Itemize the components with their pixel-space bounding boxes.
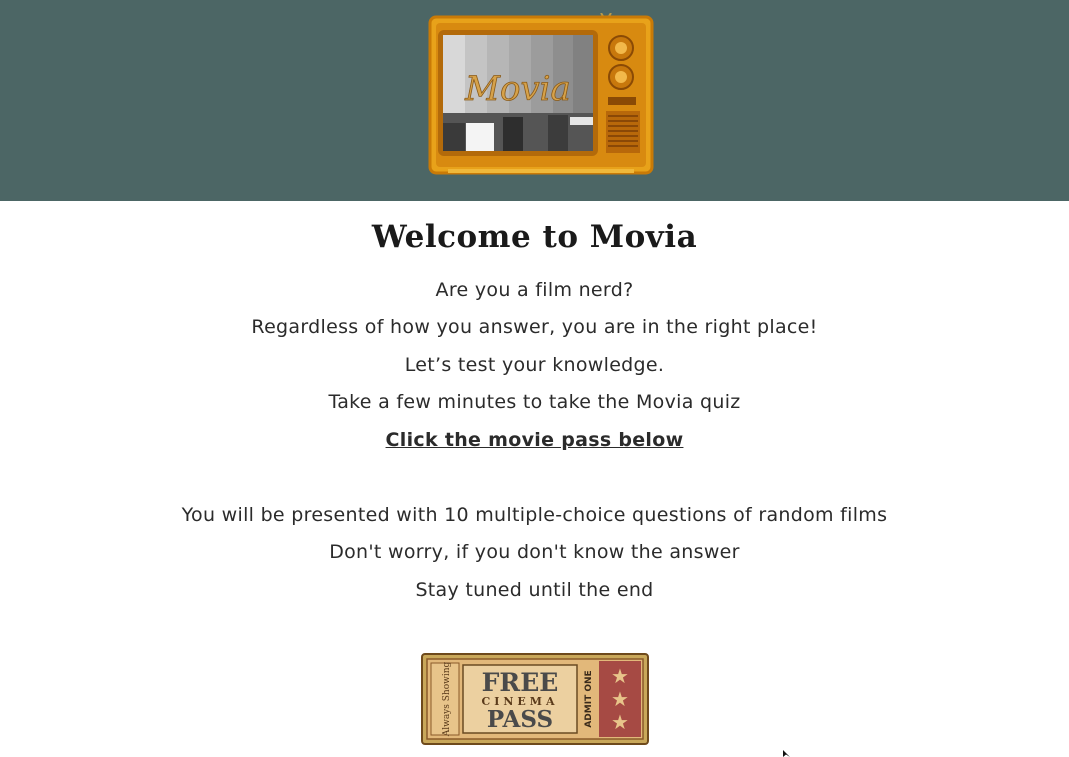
info-line-1: You will be presented with 10 multiple-c… (181, 504, 888, 526)
header-banner: Movia (0, 0, 1069, 201)
star-icon: ★ (611, 664, 629, 688)
star-icon: ★ (611, 710, 629, 734)
tv-logo-text: Movia (464, 69, 571, 109)
cinema-ticket-icon[interactable]: Always Showing FREE CINEMA PASS ADMIT ON… (421, 653, 649, 745)
mouse-cursor-icon (783, 750, 790, 757)
intro-line-2: Regardless of how you answer, you are in… (251, 316, 818, 338)
intro-line-3: Let’s test your knowledge. (404, 354, 665, 376)
intro-line-1: Are you a film nerd? (435, 279, 634, 301)
info-line-2: Don't worry, if you don't know the answe… (329, 541, 740, 563)
cta-line: Click the movie pass below (0, 429, 1069, 451)
intro-line-4: Take a few minutes to take the Movia qui… (328, 391, 741, 413)
ticket-free: FREE (482, 668, 559, 697)
info-line-3: Stay tuned until the end (415, 579, 654, 601)
movie-pass-link[interactable]: Click the movie pass below (386, 429, 684, 451)
ticket-side-left: Always Showing (442, 661, 452, 737)
star-icon: ★ (611, 687, 629, 711)
page-title: Welcome to Movia (371, 219, 698, 255)
ticket-side-right: ADMIT ONE (584, 670, 594, 727)
vintage-tv-icon: Movia (428, 13, 654, 175)
ticket-pass: PASS (487, 706, 553, 733)
